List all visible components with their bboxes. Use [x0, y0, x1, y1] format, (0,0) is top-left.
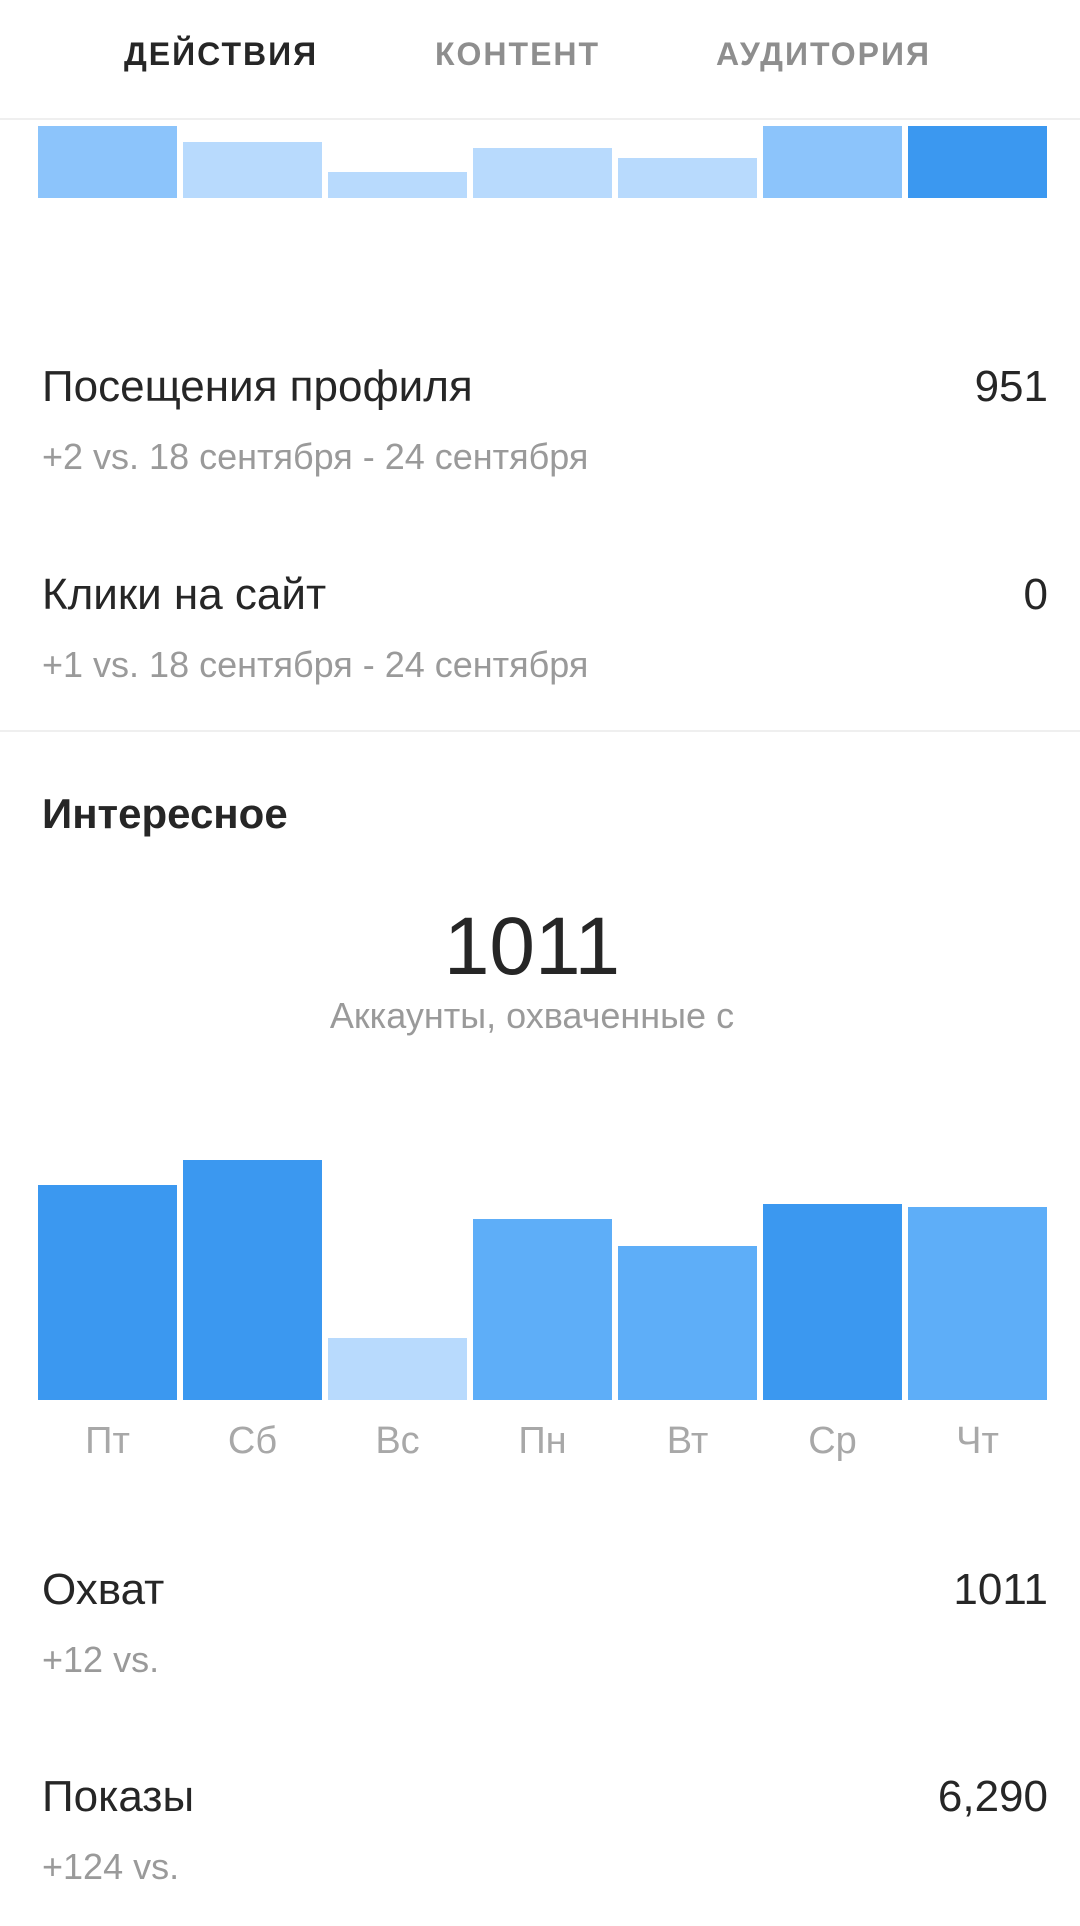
chart-x-tick-label: Пн — [518, 1420, 567, 1462]
chart-bar-Сб[interactable] — [183, 1160, 322, 1400]
reach-caption: Аккаунты, охваченные с — [329, 995, 735, 1036]
chart-bar-Вс[interactable] — [328, 1338, 467, 1400]
tab-bar: ДЕЙСТВИЯ КОНТЕНТ АУДИТОРИЯ — [0, 0, 1080, 120]
chart-x-tick-label: Вт — [666, 1420, 709, 1462]
metric-value: 6,290 — [937, 1772, 1048, 1821]
tab-actions[interactable]: ДЕЙСТВИЯ — [124, 36, 318, 73]
metric-comparison: +124 vs. — [42, 1846, 180, 1887]
top-chart-bar[interactable] — [763, 126, 902, 198]
top-bar-chart — [38, 126, 1050, 198]
section-title: Интересное — [42, 790, 288, 837]
metric-value: 1011 — [953, 1565, 1048, 1614]
tab-content[interactable]: КОНТЕНТ — [435, 36, 600, 73]
metric-value: 0 — [1023, 570, 1048, 619]
metric-label: Показы — [42, 1772, 195, 1821]
top-chart-bar[interactable] — [328, 172, 467, 198]
top-chart-bar[interactable] — [618, 158, 757, 198]
chart-x-tick-label: Пт — [85, 1420, 130, 1462]
chart-x-tick-label: Вс — [375, 1420, 420, 1462]
chart-x-tick-label: Ср — [808, 1420, 857, 1462]
metric-label: Охват — [42, 1565, 165, 1614]
chart-bar-Вт[interactable] — [618, 1246, 757, 1400]
chart-bar-Пн[interactable] — [473, 1219, 612, 1400]
metric-impressions[interactable]: Показы 6,290 +124 vs. — [42, 1772, 1048, 1902]
section-divider — [0, 730, 1080, 732]
metric-reach[interactable]: Охват 1011 +12 vs. — [42, 1565, 1048, 1695]
tab-audience[interactable]: АУДИТОРИЯ — [716, 36, 931, 73]
metric-label: Посещения профиля — [42, 362, 473, 411]
top-chart-bar[interactable] — [38, 126, 177, 198]
chart-bar-Чт[interactable] — [908, 1207, 1047, 1400]
metric-comparison: +1 vs. 18 сентября - 24 сентября — [42, 644, 589, 685]
chart-x-tick-label: Сб — [227, 1420, 278, 1462]
metric-comparison: +2 vs. 18 сентября - 24 сентября — [42, 436, 589, 477]
metric-website-clicks[interactable]: Клики на сайт 0 +1 vs. 18 сентября - 24 … — [42, 570, 1048, 700]
metric-profile-visits[interactable]: Посещения профиля 951 +2 vs. 18 сентября… — [42, 362, 1048, 492]
top-chart-bar[interactable] — [473, 148, 612, 198]
daily-reach-chart — [38, 1140, 1050, 1400]
reach-total: 1011 — [443, 901, 621, 992]
metric-value: 951 — [974, 362, 1048, 411]
top-chart-bar[interactable] — [183, 142, 322, 198]
metric-comparison: +12 vs. — [42, 1639, 160, 1680]
chart-x-tick-label: Чт — [956, 1420, 999, 1462]
chart-bar-Ср[interactable] — [763, 1204, 902, 1400]
top-chart-bar[interactable] — [908, 126, 1047, 198]
metric-label: Клики на сайт — [42, 570, 327, 619]
chart-bar-Пт[interactable] — [38, 1185, 177, 1400]
